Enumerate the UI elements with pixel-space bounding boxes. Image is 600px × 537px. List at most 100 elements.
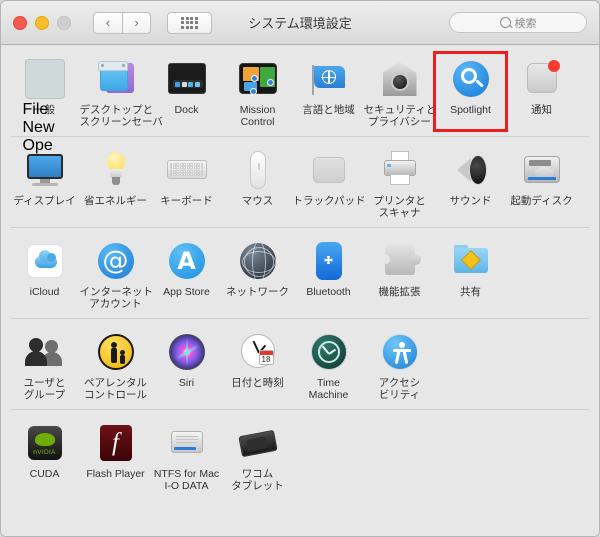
mission-control-icon <box>236 57 280 101</box>
pref-item-trackpad[interactable]: トラックパッド <box>292 144 366 221</box>
pref-item-label: Spotlight <box>450 104 491 116</box>
icloud-icon <box>23 239 67 283</box>
wacom-tablet-icon <box>236 421 280 465</box>
close-button[interactable] <box>13 15 27 30</box>
pref-row-system: ユーザと グループ ペアレンタル コントロール Siri 18 日付と時刻 Ti… <box>1 318 599 409</box>
pref-row-personal: File New Ope 一般 デスクトップと スクリーンセーバ Dock Mi… <box>1 45 599 154</box>
pref-item-parental-controls[interactable]: ペアレンタル コントロール <box>80 326 151 403</box>
energy-saver-icon <box>94 148 138 192</box>
pref-item-dock[interactable]: Dock <box>151 53 222 130</box>
mouse-icon <box>236 148 280 192</box>
startup-disk-icon <box>520 148 564 192</box>
pref-item-bluetooth[interactable]: ᛭ Bluetooth <box>293 235 364 312</box>
pref-item-label: アクセシ ビリティ <box>378 377 421 401</box>
pref-item-app-store[interactable]: A App Store <box>151 235 222 312</box>
spotlight-icon <box>449 57 493 101</box>
pref-item-sound[interactable]: サウンド <box>435 144 506 221</box>
pref-item-mission-control[interactable]: Mission Control <box>222 53 293 130</box>
back-button[interactable]: ‹ <box>93 11 122 34</box>
trackpad-icon <box>307 148 351 192</box>
pref-row-third-party: nVIDIA CUDA f Flash Player NTFS for Mac I… <box>1 409 599 500</box>
pref-item-label: 言語と地域 <box>302 104 355 116</box>
pref-item-label: デスクトップと スクリーンセーバ <box>79 104 163 128</box>
pref-item-label: Time Machine <box>308 377 349 401</box>
pref-item-label: 共有 <box>460 286 481 298</box>
pref-item-label: インターネット アカウント <box>79 286 154 310</box>
title-bar: ‹ › システム環境設定 検索 <box>1 1 599 45</box>
pref-item-extensions[interactable]: 機能拡張 <box>364 235 435 312</box>
pref-item-label: iCloud <box>29 286 60 298</box>
pref-item-spotlight[interactable]: Spotlight <box>433 51 508 132</box>
pref-item-date-time[interactable]: 18 日付と時刻 <box>222 326 293 403</box>
pref-item-desktop-screensaver[interactable]: デスクトップと スクリーンセーバ <box>79 53 163 130</box>
pref-item-label: Dock <box>174 104 199 116</box>
pref-item-label: サウンド <box>449 195 492 207</box>
pref-item-security-privacy[interactable]: セキュリティと プライバシー <box>364 53 436 130</box>
pref-item-startup-disk[interactable]: 起動ディスク <box>506 144 577 221</box>
traffic-lights <box>13 15 71 30</box>
pref-item-label: ワコム タブレット <box>231 468 284 492</box>
siri-icon <box>165 330 209 374</box>
pref-item-ntfs-for-mac[interactable]: NTFS for Mac I-O DATA <box>151 417 222 494</box>
internet-accounts-icon: @ <box>94 239 138 283</box>
pref-item-label: マウス <box>241 195 274 207</box>
flash-player-icon: f <box>94 421 138 465</box>
minimize-button[interactable] <box>35 15 49 30</box>
parental-controls-icon <box>94 330 138 374</box>
pref-item-internet-accounts[interactable]: @ インターネット アカウント <box>79 235 154 312</box>
pref-item-icloud[interactable]: iCloud <box>9 235 80 312</box>
pref-row-internet: iCloud @ インターネット アカウント A App Store ネットワー… <box>1 227 599 318</box>
pref-item-printers-scanners[interactable]: プリンタと スキャナ <box>364 144 435 221</box>
search-placeholder: 検索 <box>514 17 537 30</box>
desktop-screensaver-icon <box>94 57 138 101</box>
pref-item-siri[interactable]: Siri <box>151 326 222 403</box>
keyboard-icon <box>165 148 209 192</box>
language-region-icon <box>307 57 351 101</box>
pref-item-label: トラックパッド <box>292 195 366 207</box>
pref-item-sharing[interactable]: 共有 <box>435 235 506 312</box>
pref-item-time-machine[interactable]: Time Machine <box>293 326 364 403</box>
accessibility-icon <box>378 330 422 374</box>
general-icon: File New Ope <box>23 57 67 154</box>
calendar-day: 18 <box>261 355 271 364</box>
displays-icon <box>23 148 67 192</box>
dock-icon <box>165 57 209 101</box>
pref-item-energy-saver[interactable]: 省エネルギー <box>80 144 151 221</box>
pref-item-label: ユーザと グループ <box>23 377 66 401</box>
pref-item-flash-player[interactable]: f Flash Player <box>80 417 151 494</box>
pref-item-label: 省エネルギー <box>84 195 147 207</box>
pref-item-label: Flash Player <box>86 468 145 480</box>
pref-item-label: Bluetooth <box>306 286 351 298</box>
pref-item-cuda[interactable]: nVIDIA CUDA <box>9 417 80 494</box>
date-time-icon: 18 <box>236 330 280 374</box>
preferences-grid: File New Ope 一般 デスクトップと スクリーンセーバ Dock Mi… <box>1 45 599 536</box>
pref-item-displays[interactable]: ディスプレイ <box>9 144 80 221</box>
security-privacy-icon <box>378 57 422 101</box>
pref-item-keyboard[interactable]: キーボード <box>151 144 222 221</box>
pref-item-mouse[interactable]: マウス <box>222 144 293 221</box>
pref-item-network[interactable]: ネットワーク <box>222 235 293 312</box>
navigation-buttons: ‹ › <box>93 11 151 34</box>
notifications-icon <box>520 57 564 101</box>
pref-item-accessibility[interactable]: アクセシ ビリティ <box>364 326 435 403</box>
notification-badge <box>547 60 560 72</box>
pref-item-label: NTFS for Mac I-O DATA <box>153 468 220 492</box>
pref-item-language-region[interactable]: 言語と地域 <box>293 53 364 130</box>
ntfs-for-mac-icon <box>165 421 209 465</box>
pref-item-wacom-tablet[interactable]: ワコム タブレット <box>222 417 293 494</box>
show-all-button[interactable] <box>167 11 212 34</box>
sound-icon <box>449 148 493 192</box>
forward-button[interactable]: › <box>122 11 151 34</box>
search-field[interactable]: 検索 <box>449 12 587 33</box>
pref-item-label: Mission Control <box>239 104 276 128</box>
pref-item-users-groups[interactable]: ユーザと グループ <box>9 326 80 403</box>
sharing-icon <box>449 239 493 283</box>
pref-item-label: 起動ディスク <box>510 195 573 207</box>
bluetooth-icon: ᛭ <box>307 239 351 283</box>
pref-item-notifications[interactable]: 通知 <box>506 53 577 130</box>
cuda-icon: nVIDIA <box>23 421 67 465</box>
grid-icon <box>181 16 198 29</box>
pref-item-label: ペアレンタル コントロール <box>84 377 147 401</box>
pref-item-general[interactable]: File New Ope 一般 <box>9 53 80 154</box>
extensions-icon <box>378 239 422 283</box>
